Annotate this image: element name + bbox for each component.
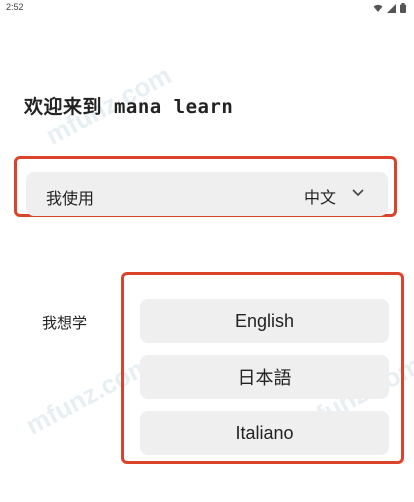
native-language-selector[interactable]: 我使用 中文: [26, 172, 388, 216]
battery-icon: [400, 3, 406, 13]
status-icons: [373, 3, 406, 13]
status-time: 2:52: [6, 2, 24, 12]
signal-icon: [387, 3, 396, 13]
native-language-value: 中文: [303, 188, 336, 207]
welcome-title: 欢迎来到 mana learn: [24, 96, 234, 118]
learn-option-japanese[interactable]: 日本語: [140, 355, 389, 399]
learn-option-italian[interactable]: Italiano: [140, 411, 389, 455]
wifi-icon: [373, 4, 383, 12]
learn-option-english[interactable]: English: [140, 299, 389, 343]
learn-language-label: 我想学: [42, 314, 88, 332]
chevron-down-icon: [352, 189, 364, 197]
native-language-label: 我使用: [46, 189, 95, 208]
status-bar: 2:52: [0, 0, 414, 18]
